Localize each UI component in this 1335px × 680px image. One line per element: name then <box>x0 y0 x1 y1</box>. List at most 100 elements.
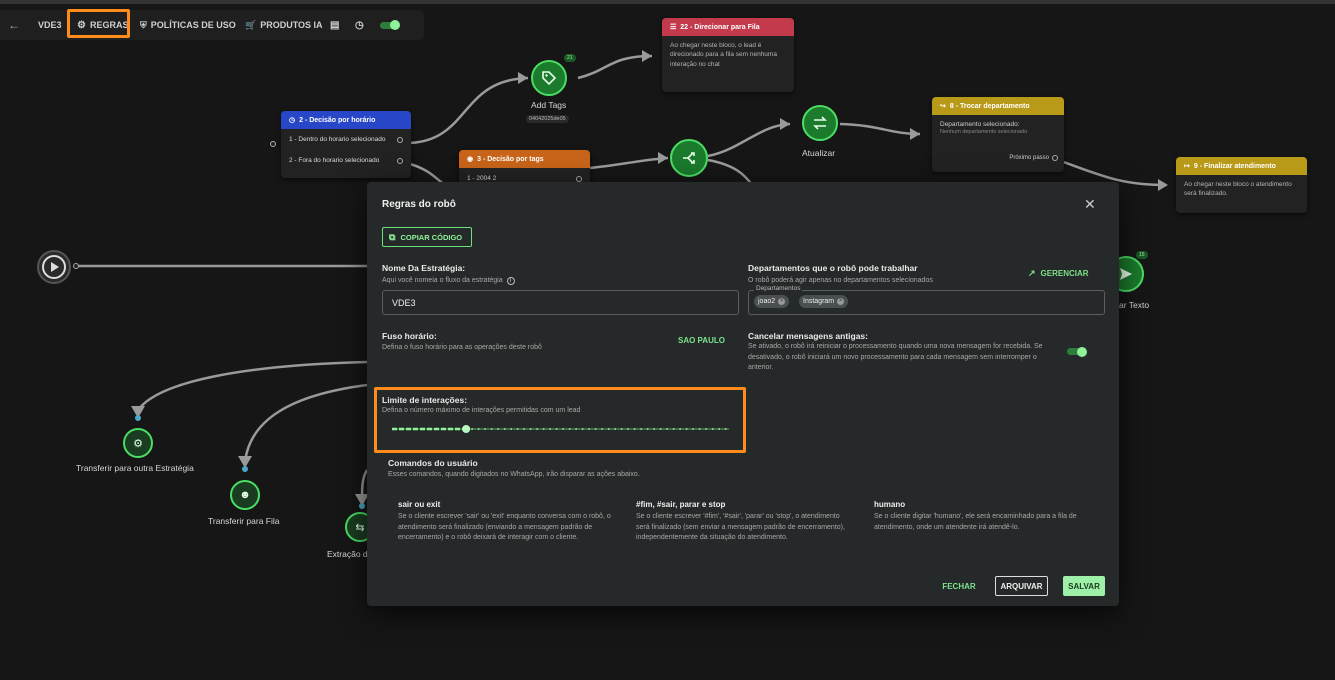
rules-modal: Regras do robô ✕ ⧉ COPIAR CÓDIGO Nome Da… <box>367 182 1119 606</box>
save-button[interactable]: SALVAR <box>1063 576 1105 596</box>
cancel-old-help: Se ativado, o robô irá reiniciar o proce… <box>748 343 1043 371</box>
extract-label: Extração d <box>327 549 368 559</box>
add-tags-code: 04042025de05 <box>526 115 569 123</box>
external-link-icon: ↗ <box>1028 268 1036 278</box>
cancel-old-label: Cancelar mensagens antigas: <box>748 331 868 341</box>
transfer-queue-node[interactable]: ☻ <box>230 480 260 510</box>
policies-tab[interactable]: ⛨ POLÍTICAS DE USO <box>140 20 236 31</box>
output-port[interactable] <box>1052 155 1058 161</box>
top-toolbar: ← VDE3 ⚙ REGRAS ⛨ POLÍTICAS DE USO 🛒 PRODUT… <box>0 10 424 40</box>
strategy-name-input[interactable]: VDE3 <box>382 290 739 315</box>
output-port[interactable] <box>73 263 79 269</box>
command-name: #fim, #sair, parar e stop <box>636 500 726 509</box>
swap-icon <box>813 116 827 130</box>
swap-icon: ⇆ <box>355 521 365 534</box>
command-text: Se o cliente escrever 'sair' ou 'exit' e… <box>398 513 611 541</box>
arrow-left-icon[interactable]: ← <box>8 18 20 32</box>
decision-option[interactable]: 2 - Fora do horario selecionado <box>281 150 411 171</box>
command-name: humano <box>874 500 906 509</box>
tag-icon <box>542 71 557 86</box>
copy-code-button[interactable]: ⧉ COPIAR CÓDIGO <box>382 227 472 247</box>
remove-icon[interactable]: × <box>837 298 845 305</box>
command-text: Se o cliente digitar 'humano', ele será … <box>874 513 1077 531</box>
timezone-select[interactable]: SAO PAULO <box>678 336 725 345</box>
timezone-help: Defina o fuso horário para as operações … <box>382 344 542 351</box>
cancel-old-toggle[interactable] <box>1067 346 1087 357</box>
transfer-strategy-label: Transferir para outra Estratégia <box>76 463 194 473</box>
commands-title: Comandos do usuário <box>388 458 478 468</box>
node-header: ↦ 9 - Finalizar atendimento <box>1176 157 1307 175</box>
command-name: sair ou exit <box>398 500 441 509</box>
send-icon <box>1120 268 1132 280</box>
timezone-label: Fuso horário: <box>382 331 437 341</box>
node-header: ◉ 3 - Decisão por tags <box>459 150 590 168</box>
clock-icon: ◷ <box>289 117 296 124</box>
edge-to-transfer-strategy <box>136 360 368 411</box>
split-node[interactable] <box>670 139 708 177</box>
strategy-name-help: Aqui você nomeia o fluxo da estratégia i <box>382 276 515 287</box>
output-port[interactable] <box>397 136 403 143</box>
node-header: ◷ 2 - Decisão por horário <box>281 111 411 129</box>
interaction-limit-highlight <box>374 387 746 453</box>
departments-label: Departamentos que o robô pode trabalhar <box>748 263 918 273</box>
archive-button[interactable]: ARQUIVAR <box>995 576 1048 596</box>
strategy-name: VDE3 <box>38 20 62 30</box>
output-port[interactable] <box>576 175 582 182</box>
remove-icon[interactable]: × <box>778 298 786 305</box>
next-step[interactable]: Próximo passo <box>1009 155 1058 161</box>
update-label: Atualizar <box>802 148 836 158</box>
add-tags-badge: 21 <box>564 54 576 62</box>
commands-help: Esses comandos, quando digitados no What… <box>388 471 640 478</box>
queue-icon: ☰ <box>670 24 677 31</box>
chat-icon[interactable]: ▤ <box>330 20 339 31</box>
split-icon <box>683 152 695 164</box>
info-icon[interactable]: i <box>506 277 515 286</box>
edge-update-to-dept <box>839 122 921 136</box>
edge-time-to-tags <box>409 76 529 145</box>
cart-icon: 🛒 <box>245 19 257 30</box>
close-button[interactable]: FECHAR <box>937 576 981 596</box>
node-body: Departamento selecionado: Nenhum departa… <box>940 121 1028 136</box>
edge-tag-to-split <box>589 156 669 170</box>
tag-icon: ◉ <box>467 156 474 163</box>
flow-toggle[interactable] <box>380 19 400 30</box>
command-text: Se o cliente escrever '#fim', '#sair', '… <box>636 513 845 541</box>
add-tags-label: Add Tags <box>531 100 567 110</box>
close-icon[interactable]: ✕ <box>1084 196 1096 213</box>
exit-icon: ↦ <box>1184 163 1190 170</box>
products-tab[interactable]: 🛒 PRODUTOS IA <box>245 20 323 31</box>
change-dept-node[interactable]: ↪ 8 - Trocar departamento Departamento se… <box>932 97 1064 172</box>
clock-icon[interactable]: ◷ <box>355 20 364 31</box>
robot-icon: ⚙ <box>133 437 143 450</box>
departments-legend: Departamentos <box>754 285 803 292</box>
node-body: Ao chegar neste bloco, o lead é direcion… <box>670 42 777 68</box>
send-text-label: ar Texto <box>1119 300 1150 310</box>
input-port[interactable] <box>270 141 276 147</box>
node-header: ↪ 8 - Trocar departamento <box>932 97 1064 115</box>
department-chip[interactable]: joao2 × <box>754 295 790 308</box>
redirect-icon: ↪ <box>940 103 946 110</box>
node-body: Ao chegar neste bloco o atendimento será… <box>1184 181 1292 198</box>
manage-button[interactable]: ↗ GERENCIAR <box>1028 268 1089 279</box>
department-chip[interactable]: Instagram × <box>799 295 849 308</box>
node-header: ☰ 22 - Direcionar para Fila <box>662 18 794 36</box>
output-port[interactable] <box>397 157 403 164</box>
modal-title: Regras do robô <box>382 199 456 210</box>
copy-icon: ⧉ <box>389 231 396 242</box>
send-text-badge: 15 <box>1136 251 1148 259</box>
add-tags-node[interactable] <box>531 60 567 96</box>
edge-split-to-update <box>707 122 791 158</box>
decision-time-node[interactable]: ◷ 2 - Decisão por horário 1 - Dentro do h… <box>281 111 411 178</box>
decision-option[interactable]: 1 - Dentro do horario selecionado <box>281 129 411 150</box>
update-node[interactable] <box>802 105 838 141</box>
rules-highlight <box>67 9 130 38</box>
transfer-queue-label: Transferir para Fila <box>208 516 280 526</box>
user-icon: ☻ <box>239 489 251 501</box>
edge-tags-to-queue <box>577 54 653 80</box>
transfer-strategy-node[interactable]: ⚙ <box>123 428 153 458</box>
play-icon <box>42 255 66 279</box>
start-node[interactable] <box>37 250 71 284</box>
direct-queue-node[interactable]: ☰ 22 - Direcionar para Fila Ao chegar nes… <box>662 18 794 92</box>
strategy-name-label: Nome Da Estratégia: <box>382 263 466 273</box>
finish-node[interactable]: ↦ 9 - Finalizar atendimento Ao chegar nes… <box>1176 157 1307 213</box>
